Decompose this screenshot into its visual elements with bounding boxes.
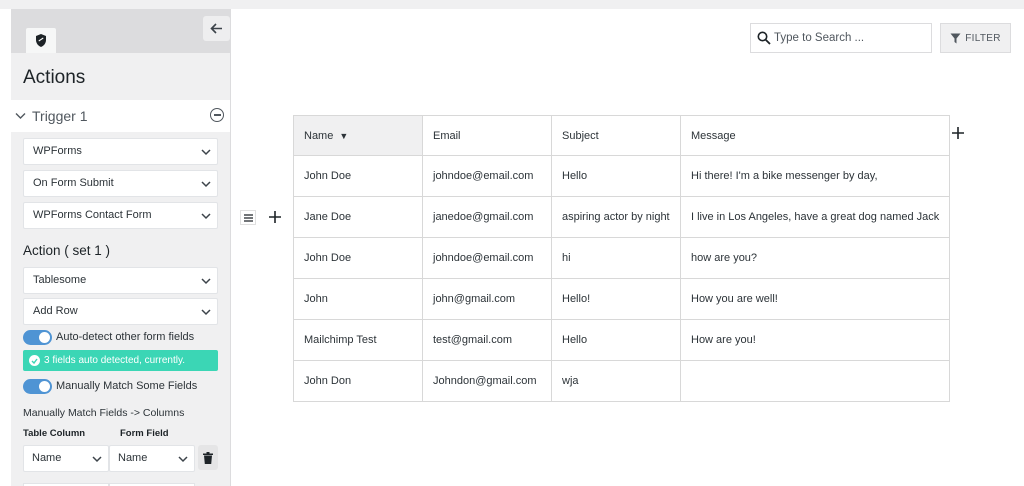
search-input[interactable]: Type to Search ... bbox=[750, 23, 932, 53]
autodetect-notice: 3 fields auto detected, currently. bbox=[23, 350, 218, 371]
match-fields-title: Manually Match Fields -> Columns bbox=[23, 407, 185, 419]
chevron-down-icon bbox=[178, 456, 188, 463]
table-row[interactable]: John john@gmail.com Hello! How you are w… bbox=[293, 278, 951, 320]
arrow-left-icon bbox=[210, 23, 222, 34]
table-row[interactable]: Jane Doe janedoe@gmail.com aspiring acto… bbox=[293, 196, 951, 238]
table-cell[interactable]: aspiring actor by night bbox=[551, 196, 681, 238]
table-cell[interactable]: wja bbox=[551, 360, 681, 402]
select-value: Tablesome bbox=[33, 274, 87, 286]
action-integration-select[interactable]: Tablesome bbox=[23, 267, 218, 294]
table-cell[interactable]: John bbox=[293, 278, 423, 320]
action-title: Action ( set 1 ) bbox=[23, 243, 111, 258]
sidebar-title: Actions bbox=[23, 67, 86, 88]
form-field-header: Form Field bbox=[120, 428, 169, 439]
table-row[interactable]: John Don Johndon@gmail.com wja bbox=[293, 360, 951, 402]
select-value: WPForms bbox=[33, 145, 82, 157]
table-cell[interactable] bbox=[679, 360, 951, 402]
data-table: Name ▼ Email Subject Message John Doe joh… bbox=[293, 115, 951, 402]
column-label: Name bbox=[304, 129, 334, 142]
trigger-header[interactable]: Trigger 1 bbox=[11, 100, 230, 132]
manual-match-toggle[interactable] bbox=[23, 379, 52, 394]
table-cell[interactable]: Jane Doe bbox=[293, 196, 423, 238]
chevron-down-icon bbox=[201, 181, 211, 188]
filter-button[interactable]: FILTER bbox=[940, 23, 1011, 53]
action-type-select[interactable]: Add Row bbox=[23, 298, 218, 325]
sort-desc-icon: ▼ bbox=[339, 130, 349, 141]
column-header-message[interactable]: Message bbox=[679, 115, 951, 156]
integration-select[interactable]: WPForms bbox=[23, 138, 218, 165]
table-cell[interactable]: john@gmail.com bbox=[422, 278, 552, 320]
shield-icon bbox=[36, 34, 46, 47]
table-column-header: Table Column bbox=[23, 428, 86, 439]
select-value: Name bbox=[118, 452, 148, 464]
table-cell[interactable]: test@gmail.com bbox=[422, 319, 552, 361]
chevron-down-icon bbox=[92, 456, 102, 463]
add-column-button[interactable] bbox=[950, 125, 966, 141]
table-cell[interactable]: John Doe bbox=[293, 237, 423, 279]
table-column-select[interactable]: Name bbox=[23, 445, 109, 472]
remove-trigger-icon[interactable] bbox=[210, 108, 224, 122]
column-header-subject[interactable]: Subject bbox=[551, 115, 681, 156]
table-header-row: Name ▼ Email Subject Message bbox=[293, 115, 951, 156]
table-cell[interactable]: Hi there! I'm a bike messenger by day, bbox=[679, 155, 951, 197]
plus-icon bbox=[952, 127, 964, 139]
table-cell[interactable]: Mailchimp Test bbox=[293, 319, 423, 361]
chevron-down-icon bbox=[201, 278, 211, 285]
chevron-down-icon bbox=[201, 149, 211, 156]
collapse-sidebar-button[interactable] bbox=[203, 16, 230, 41]
table-cell[interactable]: johndoe@email.com bbox=[422, 155, 552, 197]
select-value: WPForms Contact Form bbox=[33, 209, 152, 221]
column-label: Email bbox=[433, 129, 461, 142]
delete-mapping-button[interactable] bbox=[198, 445, 218, 470]
manual-match-label: Manually Match Some Fields bbox=[56, 380, 198, 392]
table-cell[interactable]: How are you! bbox=[679, 319, 951, 361]
chevron-down-icon bbox=[201, 309, 211, 316]
column-label: Message bbox=[691, 129, 736, 142]
column-label: Subject bbox=[562, 129, 599, 142]
chevron-down-icon bbox=[201, 213, 211, 220]
sidebar-tab[interactable] bbox=[26, 28, 56, 53]
check-icon bbox=[29, 355, 40, 366]
hamburger-icon bbox=[243, 213, 253, 222]
select-value: Add Row bbox=[33, 305, 78, 317]
form-select[interactable]: WPForms Contact Form bbox=[23, 202, 218, 229]
table-cell[interactable]: hi bbox=[551, 237, 681, 279]
autodetect-toggle[interactable] bbox=[23, 330, 52, 345]
filter-icon bbox=[950, 33, 961, 43]
table-cell[interactable]: Hello bbox=[551, 155, 681, 197]
table-cell[interactable]: janedoe@gmail.com bbox=[422, 196, 552, 238]
table-cell[interactable]: Hello bbox=[551, 319, 681, 361]
table-row[interactable]: John Doe johndoe@email.com Hello Hi ther… bbox=[293, 155, 951, 197]
plus-icon bbox=[269, 211, 281, 223]
autodetect-label: Auto-detect other form fields bbox=[56, 331, 195, 343]
add-row-button[interactable] bbox=[267, 209, 283, 225]
table-row[interactable]: Mailchimp Test test@gmail.com Hello How … bbox=[293, 319, 951, 361]
search-icon bbox=[757, 31, 771, 45]
top-strip bbox=[0, 0, 1024, 9]
table-row[interactable]: John Doe johndoe@email.com hi how are yo… bbox=[293, 237, 951, 279]
table-cell[interactable]: I live in Los Angeles, have a great dog … bbox=[679, 196, 951, 238]
table-cell[interactable]: John Doe bbox=[293, 155, 423, 197]
trash-icon bbox=[203, 451, 213, 464]
actions-sidebar: Actions Trigger 1 WPForms On Form Submit… bbox=[11, 9, 231, 486]
column-header-email[interactable]: Email bbox=[422, 115, 552, 156]
search-placeholder: Type to Search ... bbox=[774, 32, 865, 44]
column-header-name[interactable]: Name ▼ bbox=[293, 115, 423, 156]
select-value: Name bbox=[32, 452, 62, 464]
trigger-event-select[interactable]: On Form Submit bbox=[23, 170, 218, 197]
trigger-label: Trigger 1 bbox=[32, 108, 88, 124]
table-cell[interactable]: how are you? bbox=[679, 237, 951, 279]
table-cell[interactable]: johndoe@email.com bbox=[422, 237, 552, 279]
chevron-down-icon bbox=[15, 113, 26, 119]
notice-text: 3 fields auto detected, currently. bbox=[44, 355, 186, 366]
row-menu-button[interactable] bbox=[240, 210, 256, 225]
form-field-select[interactable]: Name bbox=[109, 445, 195, 472]
select-value: On Form Submit bbox=[33, 177, 114, 189]
table-cell[interactable]: Johndon@gmail.com bbox=[422, 360, 552, 402]
table-cell[interactable]: Hello! bbox=[551, 278, 681, 320]
table-cell[interactable]: How you are well! bbox=[679, 278, 951, 320]
filter-label: FILTER bbox=[965, 32, 1001, 44]
table-cell[interactable]: John Don bbox=[293, 360, 423, 402]
